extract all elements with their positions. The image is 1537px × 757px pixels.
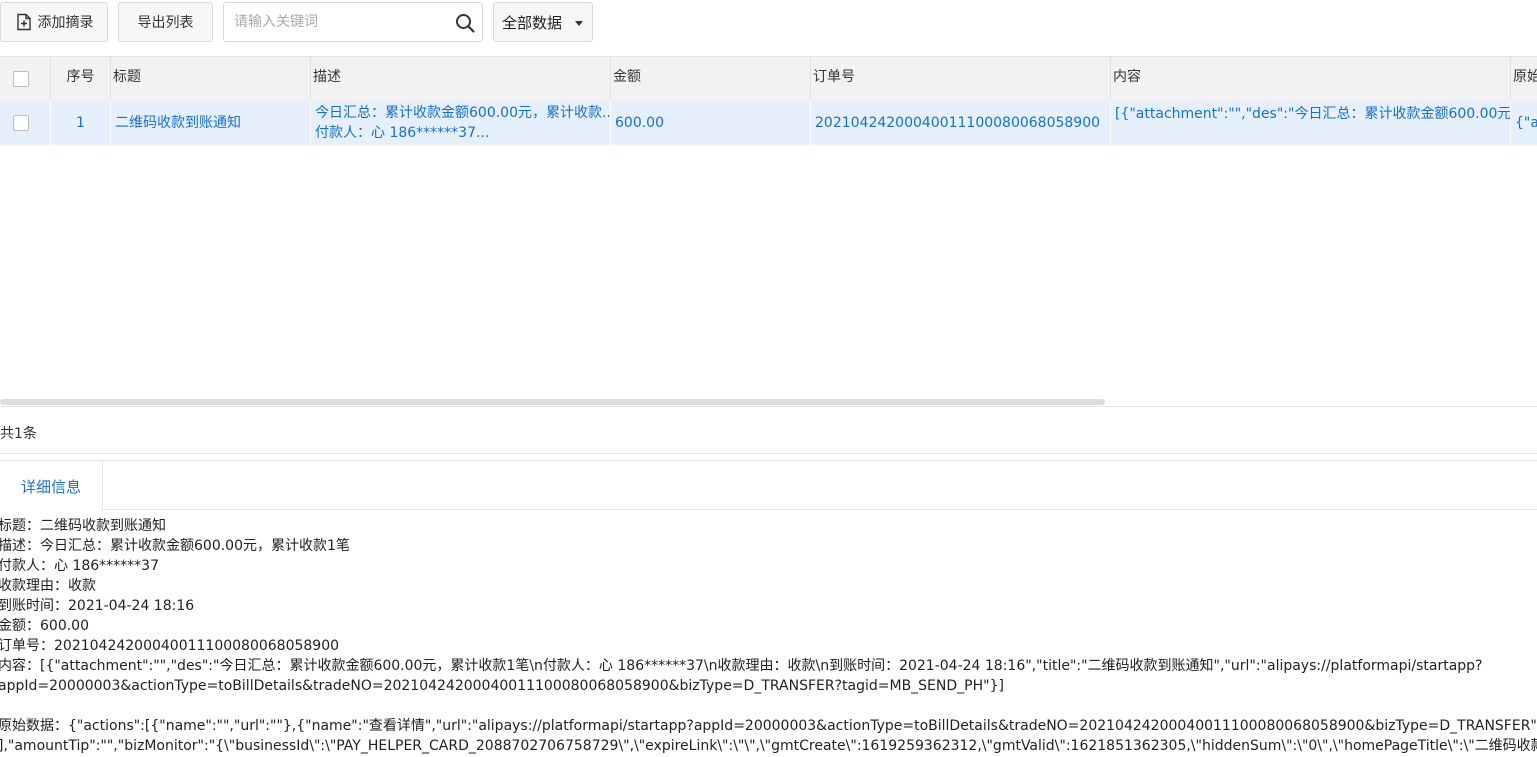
- detail-raw-data-cont: ],"amountTip":"","bizMonitor":"{\"busine…: [0, 738, 1537, 754]
- detail-raw-data: 原始数据：{"actions":[{"name":"","url":""},{"…: [0, 718, 1537, 734]
- add-document-icon: [16, 13, 31, 31]
- row-raw: {"ac: [1511, 101, 1537, 145]
- column-header-desc[interactable]: 描述: [311, 57, 611, 101]
- select-all-cell: [0, 57, 51, 101]
- row-checkbox[interactable]: [13, 115, 29, 131]
- detail-tabs: 详细信息: [0, 460, 1537, 511]
- detail-reason: 收款理由：收款: [0, 578, 96, 594]
- select-all-checkbox[interactable]: [13, 71, 29, 87]
- export-list-button[interactable]: 导出列表: [118, 2, 213, 42]
- data-filter-value: 全部数据: [502, 13, 563, 32]
- column-header-amount[interactable]: 金额: [611, 57, 811, 101]
- grid-footer: 共1条: [0, 406, 1537, 454]
- detail-payer: 付款人：心 186******37: [0, 558, 159, 574]
- detail-panel: 标题：二维码收款到账通知 描述：今日汇总：累计收款金额600.00元，累计收款1…: [0, 516, 1537, 756]
- detail-content-cont: appId=20000003&actionType=toBillDetails&…: [0, 678, 1004, 694]
- search-input[interactable]: [224, 3, 452, 41]
- search-icon[interactable]: [454, 12, 476, 34]
- row-amount: 600.00: [611, 101, 811, 145]
- detail-desc: 描述：今日汇总：累计收款金额600.00元，累计收款1笔: [0, 538, 350, 554]
- column-header-raw[interactable]: 原始: [1511, 57, 1537, 101]
- detail-amount: 金额：600.00: [0, 618, 89, 634]
- data-filter-dropdown[interactable]: 全部数据: [493, 2, 593, 42]
- add-excerpt-label: 添加摘录: [37, 15, 94, 31]
- horizontal-scrollbar[interactable]: [0, 399, 1105, 405]
- tab-detail-info[interactable]: 详细信息: [0, 460, 103, 511]
- column-header-title[interactable]: 标题: [111, 57, 311, 101]
- row-title: 二维码收款到账通知: [111, 101, 311, 145]
- export-list-label: 导出列表: [137, 15, 194, 31]
- add-excerpt-button[interactable]: 添加摘录: [0, 2, 108, 42]
- table-row[interactable]: 1 二维码收款到账通知 今日汇总：累计收款金额600.00元，累计收款... 付…: [0, 101, 1537, 145]
- row-content: [{"attachment":"","des":"今日汇总：累计收款金额600.…: [1111, 101, 1511, 145]
- row-select-cell: [0, 101, 51, 145]
- row-order-no: 20210424200040011100080068058900: [811, 101, 1111, 145]
- caret-down-icon: [575, 21, 583, 26]
- detail-order-no: 订单号：20210424200040011100080068058900: [0, 638, 340, 654]
- row-desc-line2: 付款人：心 186******37...: [315, 125, 490, 141]
- detail-title: 标题：二维码收款到账通知: [0, 518, 166, 534]
- row-desc: 今日汇总：累计收款金额600.00元，累计收款... 付款人：心 186****…: [311, 101, 611, 145]
- row-no: 1: [51, 101, 111, 145]
- column-header-content[interactable]: 内容: [1111, 57, 1511, 101]
- detail-spacer: [0, 696, 1537, 716]
- grid-header: 序号 标题 描述 金额 订单号 内容 原始: [0, 57, 1537, 101]
- column-header-no[interactable]: 序号: [51, 57, 111, 101]
- data-grid: 序号 标题 描述 金额 订单号 内容 原始 1 二维码收款到账通知 今日汇总：累…: [0, 56, 1537, 406]
- total-count: 共1条: [0, 426, 37, 442]
- detail-arrival-time: 到账时间：2021-04-24 18:16: [0, 598, 195, 614]
- column-header-order[interactable]: 订单号: [811, 57, 1111, 101]
- search-box: [223, 2, 483, 42]
- detail-content: 内容：[{"attachment":"","des":"今日汇总：累计收款金额6…: [0, 658, 1483, 674]
- row-desc-line1: 今日汇总：累计收款金额600.00元，累计收款...: [315, 105, 611, 121]
